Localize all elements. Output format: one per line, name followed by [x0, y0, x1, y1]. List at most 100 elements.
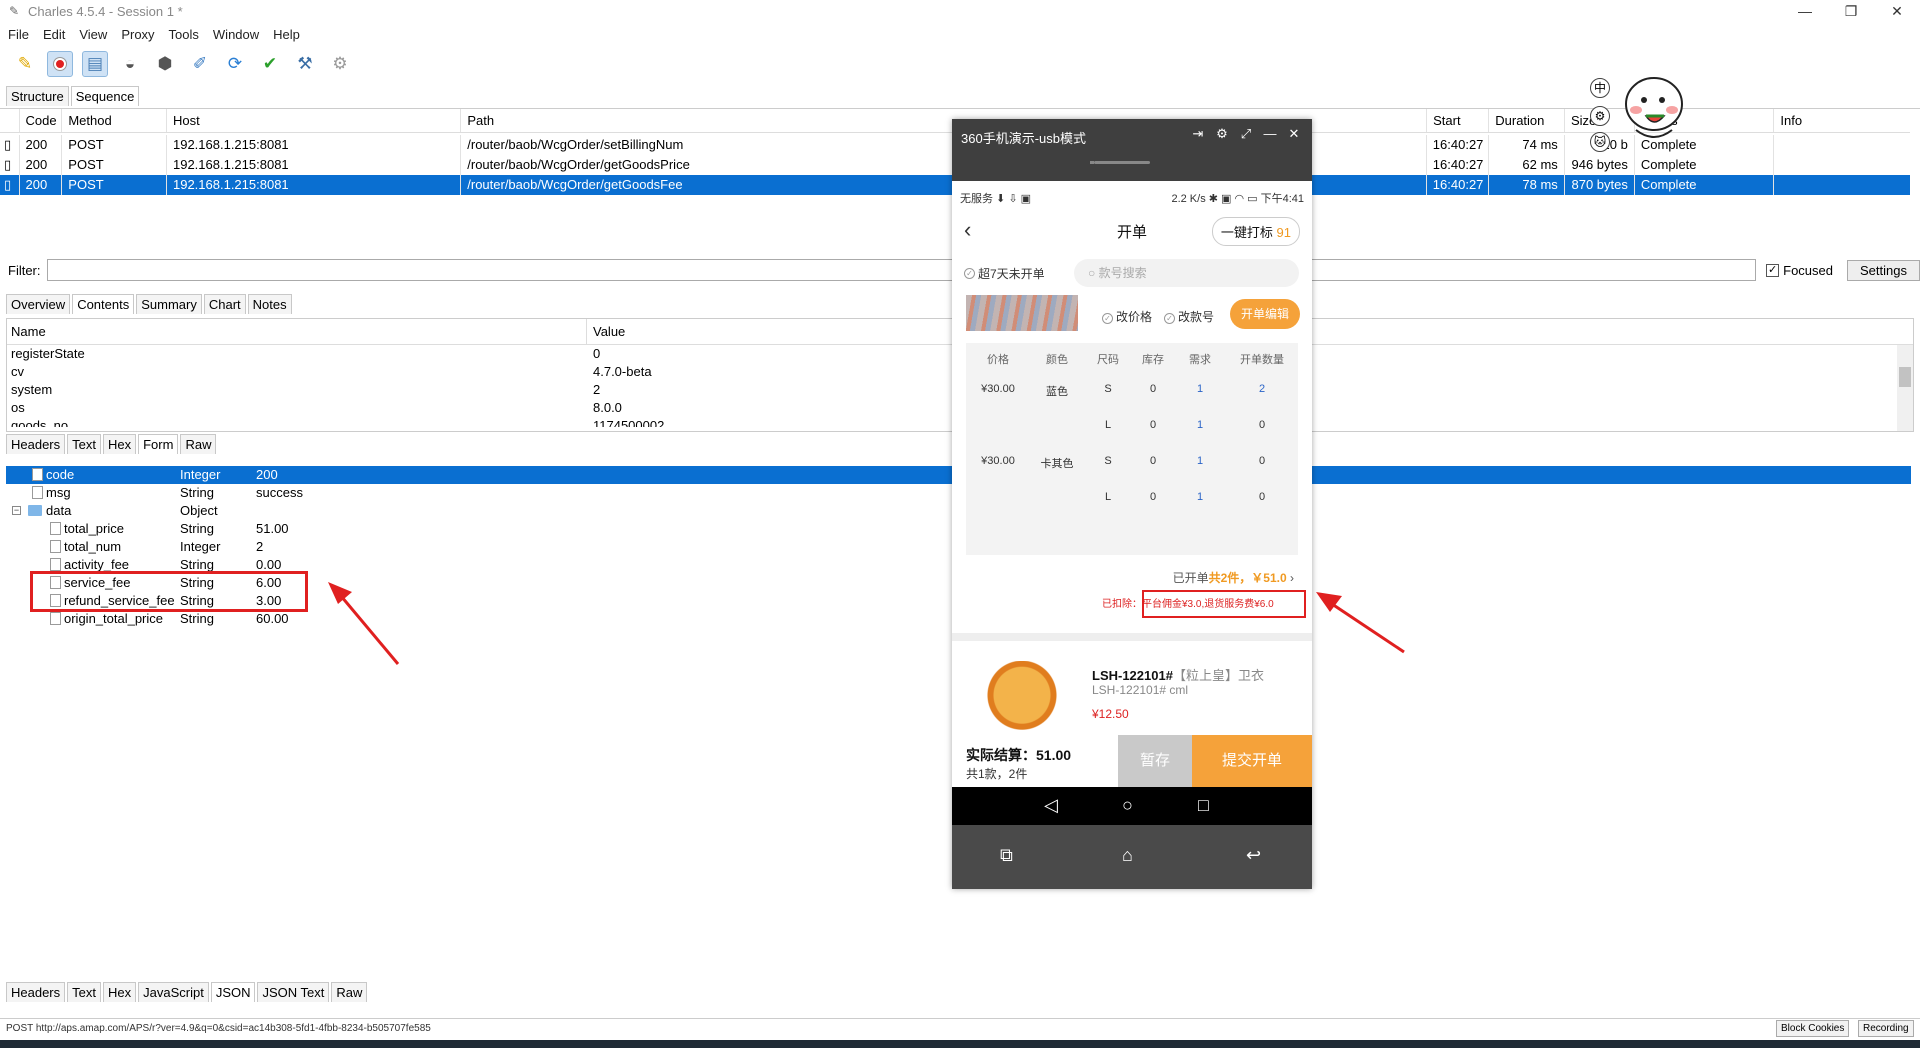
pin-icon[interactable]: ⇥	[1186, 123, 1210, 145]
tab-overview[interactable]: Overview	[6, 294, 71, 314]
pen-icon[interactable]: ✐	[187, 51, 213, 77]
col-value[interactable]: Value	[587, 319, 625, 344]
tab-contents[interactable]: Contents	[72, 294, 135, 314]
col-info[interactable]: Info	[1774, 109, 1910, 132]
throttle-icon[interactable]: ▤	[82, 51, 108, 77]
menu-file[interactable]: File	[8, 27, 29, 42]
filter-input[interactable]	[46, 259, 1757, 281]
chevron-right-icon: ›	[1290, 571, 1294, 585]
col-code[interactable]: Code	[20, 109, 63, 132]
back-icon[interactable]: ↩	[1246, 845, 1261, 866]
tools-icon[interactable]: ⚒	[292, 51, 318, 77]
grid-header: 价格 颜色 尺码 库存 需求 开单数量	[987, 354, 1284, 366]
document-icon	[32, 486, 43, 499]
settings-icon[interactable]: ⚙	[1210, 123, 1234, 145]
focused-checkbox[interactable]: ✓ Focused	[1766, 263, 1833, 278]
android-home-icon[interactable]: ○	[1122, 795, 1133, 816]
record-icon[interactable]	[47, 51, 73, 77]
qty-input[interactable]: 2	[1226, 383, 1298, 399]
one-click-mark-button[interactable]: 一键打标 91	[1211, 217, 1300, 246]
tab-notes[interactable]: Notes	[247, 294, 292, 314]
tab-raw[interactable]: Raw	[180, 434, 217, 454]
tab-headers[interactable]: Headers	[6, 434, 66, 454]
grid-row[interactable]: ¥30.00 蓝色 S 0 1 2	[966, 383, 1298, 399]
fullscreen-icon[interactable]: ⤢	[1234, 123, 1258, 145]
product-options-row: ✓ 改价格 ✓ 改款号 开单编辑	[952, 295, 1312, 335]
col-name[interactable]: Name	[7, 319, 587, 344]
tab-hex[interactable]: Hex	[102, 434, 137, 454]
emoji-icon[interactable]: 🐱	[1590, 132, 1610, 152]
close-icon[interactable]: ✕	[1282, 123, 1306, 145]
menu-proxy[interactable]: Proxy	[121, 27, 154, 42]
refresh-icon[interactable]: ⟳	[222, 51, 248, 77]
home-icon[interactable]: ⌂	[1122, 845, 1133, 866]
tab-raw[interactable]: Raw	[331, 982, 368, 1002]
col-method[interactable]: Method	[62, 109, 168, 132]
menu-tools[interactable]: Tools	[169, 27, 199, 42]
col-start[interactable]: Start	[1427, 109, 1490, 132]
tab-sequence[interactable]: Sequence	[70, 86, 140, 106]
check-icon[interactable]: ✔	[257, 51, 283, 77]
android-nav-bar: ◁ ○ □	[952, 787, 1312, 825]
app-filter-row: ✓ 超7天未开单 ○ 款号搜索	[952, 255, 1312, 289]
tab-javascript[interactable]: JavaScript	[138, 982, 209, 1002]
change-price-option[interactable]: ✓ 改价格	[1102, 308, 1152, 325]
menu-view[interactable]: View	[79, 27, 107, 42]
minimize-icon[interactable]: —	[1258, 123, 1282, 145]
settings-button[interactable]: Settings	[1847, 259, 1920, 281]
vertical-scrollbar[interactable]	[1897, 345, 1913, 431]
grid-row[interactable]: L 0 1 0	[966, 419, 1298, 431]
submit-order-button[interactable]: 提交开单	[1192, 735, 1312, 787]
tab-text[interactable]: Text	[67, 434, 101, 454]
android-back-icon[interactable]: ◁	[1044, 795, 1058, 816]
tab-chart[interactable]: Chart	[203, 294, 246, 314]
recording-button[interactable]: Recording	[1858, 1020, 1914, 1037]
menu-help[interactable]: Help	[273, 27, 300, 42]
drag-handle[interactable]	[1094, 161, 1150, 164]
turtle-icon[interactable]: ◒	[117, 51, 143, 77]
col-duration[interactable]: Duration	[1489, 109, 1565, 132]
taskbar	[0, 1040, 1920, 1048]
phone-title-bar: 360手机演示-usb模式 ⇥ ⚙ ⤢ — ✕	[952, 119, 1312, 181]
recent-apps-icon[interactable]: ⧉	[1000, 845, 1013, 866]
document-icon: ▯	[0, 175, 20, 195]
tab-summary[interactable]: Summary	[136, 294, 202, 314]
grid-row[interactable]: ¥30.00 卡其色 S 0 1 0	[966, 455, 1298, 471]
tab-structure[interactable]: Structure	[6, 86, 69, 106]
block-cookies-button[interactable]: Block Cookies	[1776, 1020, 1850, 1037]
ime-chinese-icon[interactable]: 中	[1590, 78, 1610, 98]
tab-form[interactable]: Form	[138, 434, 179, 454]
menu-edit[interactable]: Edit	[43, 27, 65, 42]
qty-input[interactable]: 0	[1226, 491, 1298, 503]
tab-text[interactable]: Text	[67, 982, 101, 1002]
billed-summary[interactable]: 已开单共2件，￥51.0 ›	[1173, 569, 1294, 586]
title-bar: ✎ Charles 4.5.4 - Session 1 * — ❐ ✕	[0, 0, 1920, 22]
document-icon	[32, 468, 43, 481]
grid-row[interactable]: L 0 1 0	[966, 491, 1298, 503]
android-recent-icon[interactable]: □	[1198, 795, 1209, 816]
document-icon: ▯	[0, 135, 20, 155]
tab-headers[interactable]: Headers	[6, 982, 66, 1002]
qty-input[interactable]: 0	[1226, 419, 1298, 431]
menu-window[interactable]: Window	[213, 27, 259, 42]
qty-input[interactable]: 0	[1226, 455, 1298, 471]
scrollbar-thumb[interactable]	[1899, 367, 1911, 387]
minimize-button[interactable]: —	[1782, 0, 1828, 22]
settings-icon[interactable]: ⚙	[1590, 106, 1610, 126]
tab-hex[interactable]: Hex	[102, 982, 137, 1002]
collapse-icon[interactable]: −	[12, 506, 21, 515]
edit-order-button[interactable]: 开单编辑	[1230, 299, 1300, 329]
maximize-button[interactable]: ❐	[1828, 0, 1874, 22]
sku-search-input[interactable]: ○ 款号搜索	[1074, 259, 1299, 287]
broom-icon[interactable]: ✎	[12, 51, 38, 77]
save-draft-button[interactable]: 暂存	[1118, 735, 1192, 787]
stop-icon[interactable]: ⬢	[152, 51, 178, 77]
unbilled-checkbox[interactable]: ✓ 超7天未开单	[964, 265, 1045, 282]
tab-json-text[interactable]: JSON Text	[257, 982, 330, 1002]
close-button[interactable]: ✕	[1874, 0, 1920, 22]
change-sku-option[interactable]: ✓ 改款号	[1164, 308, 1214, 325]
window-title: Charles 4.5.4 - Session 1 *	[28, 3, 183, 19]
col-host[interactable]: Host	[167, 109, 462, 132]
tab-json[interactable]: JSON	[210, 982, 256, 1002]
gear-icon[interactable]: ⚙	[327, 51, 353, 77]
